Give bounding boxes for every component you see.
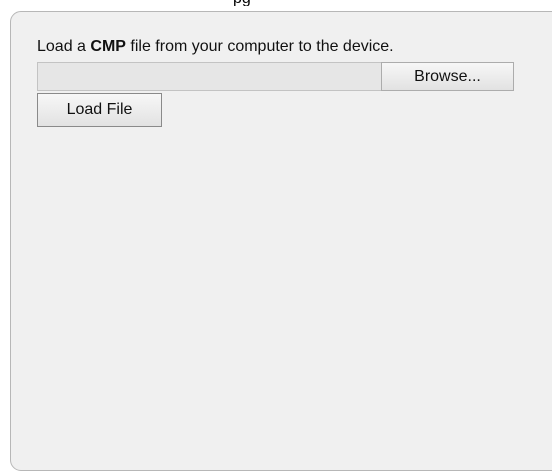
browse-button[interactable]: Browse...	[381, 62, 514, 91]
file-path-field[interactable]	[37, 62, 382, 91]
clipped-title-text: pg	[233, 0, 265, 6]
load-file-button[interactable]: Load File	[37, 93, 162, 127]
instructions-text: Load a CMP file from your computer to th…	[37, 37, 394, 57]
instructions-file-type: CMP	[90, 38, 126, 55]
clipped-title-glyph: pg	[233, 0, 251, 6]
instructions-suffix: file from your computer to the device.	[125, 38, 394, 55]
instructions-prefix: Load a	[37, 38, 91, 55]
